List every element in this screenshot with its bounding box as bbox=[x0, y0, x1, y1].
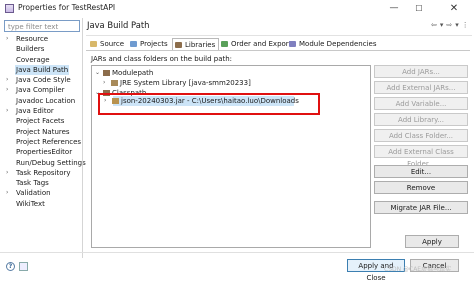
help-icon[interactable]: ? bbox=[6, 262, 15, 271]
more-menu-icon[interactable]: ⋮ bbox=[462, 21, 469, 29]
sidebar-item[interactable]: Project Facets bbox=[4, 116, 80, 126]
sidebar-item-label: Project Natures bbox=[16, 127, 70, 136]
sidebar-item-label: Coverage bbox=[16, 55, 50, 64]
sidebar-item-label: Resource bbox=[16, 35, 49, 43]
expand-icon[interactable]: › bbox=[6, 85, 8, 95]
sidebar-item[interactable]: › Java Editor bbox=[4, 106, 80, 116]
sidebar-item-label: Builders bbox=[16, 45, 45, 54]
add-variable-button[interactable]: Add Variable... bbox=[374, 97, 468, 110]
back-dropdown-icon[interactable]: ▾ bbox=[440, 21, 444, 29]
source-folder-icon bbox=[90, 41, 97, 47]
tab-module-dependencies-label: Module Dependencies bbox=[299, 40, 377, 48]
tab-source[interactable]: Source bbox=[88, 38, 128, 50]
sidebar-item-label: Java Editor bbox=[16, 107, 54, 116]
migrate-jar-button[interactable]: Migrate JAR File... bbox=[374, 201, 468, 214]
sidebar-item-label: WikiText bbox=[16, 199, 45, 208]
sidebar-item-label: Task Repository bbox=[16, 168, 71, 177]
header-divider bbox=[86, 35, 472, 36]
nav-arrows: ⇦ ▾ ⇨ ▾ ⋮ bbox=[428, 21, 469, 29]
app-icon bbox=[5, 4, 14, 13]
sidebar-item-label: Run/Debug Settings bbox=[16, 158, 86, 167]
collapse-icon[interactable]: ⌄ bbox=[95, 68, 100, 78]
sidebar-item-label: Validation bbox=[16, 189, 51, 198]
sidebar-item[interactable]: Javadoc Location bbox=[4, 96, 80, 106]
add-external-jars-button[interactable]: Add External JARs... bbox=[374, 81, 468, 94]
modulepath-label: Modulepath bbox=[112, 69, 154, 77]
forward-arrow-icon[interactable]: ⇨ bbox=[446, 21, 452, 29]
add-class-folder-button[interactable]: Add Class Folder... bbox=[374, 129, 468, 142]
sidebar-item-label: Javadoc Location bbox=[16, 96, 76, 105]
sidebar-item[interactable]: Builders bbox=[4, 44, 80, 54]
modulepath-row[interactable]: ⌄ Modulepath bbox=[95, 68, 295, 78]
sidebar-item[interactable]: Coverage bbox=[4, 55, 80, 65]
expand-icon[interactable]: › bbox=[6, 34, 8, 44]
sidebar-item[interactable]: Project References bbox=[4, 137, 82, 147]
jre-library-row[interactable]: › JRE System Library [java-smm20233] bbox=[103, 78, 303, 88]
sidebar-item-label: Task Tags bbox=[16, 179, 49, 188]
tab-projects[interactable]: Projects bbox=[128, 38, 172, 50]
add-library-button[interactable]: Add Library... bbox=[374, 113, 468, 126]
red-highlight-box bbox=[98, 93, 320, 115]
sidebar-item[interactable]: WikiText bbox=[4, 199, 80, 209]
jar-library-icon bbox=[111, 80, 118, 86]
tabs-baseline bbox=[86, 50, 470, 51]
sidebar-item-label: Java Code Style bbox=[16, 76, 71, 85]
sidebar-item[interactable]: Java Build Path bbox=[4, 64, 80, 76]
sidebar-item[interactable]: Run/Debug Settings bbox=[4, 158, 86, 168]
sidebar-item[interactable]: Task Tags bbox=[4, 178, 80, 188]
sidebar-item[interactable]: Project Natures bbox=[4, 127, 80, 137]
maximize-button[interactable]: ☐ bbox=[405, 1, 433, 16]
sidebar-item[interactable]: › Java Code Style bbox=[4, 75, 80, 85]
forward-dropdown-icon[interactable]: ▾ bbox=[455, 21, 459, 29]
sidebar-item[interactable]: › Task Repository bbox=[4, 168, 80, 178]
module-dependencies-icon bbox=[289, 41, 296, 47]
libraries-icon bbox=[175, 42, 182, 48]
sidebar-item[interactable]: › Java Compiler bbox=[4, 85, 80, 95]
add-external-class-folder-button[interactable]: Add External Class Folder... bbox=[374, 145, 468, 168]
window-title: Properties for TestRestAPI bbox=[18, 3, 116, 12]
preferences-link-icon[interactable] bbox=[19, 262, 28, 271]
expand-icon[interactable]: › bbox=[6, 188, 8, 198]
sidebar-item-label: PropertiesEditor bbox=[16, 148, 73, 157]
tab-source-label: Source bbox=[100, 40, 125, 48]
pane-divider[interactable] bbox=[82, 18, 83, 258]
tab-order-export[interactable]: Order and Export bbox=[219, 38, 291, 50]
sidebar-item[interactable]: › Resource bbox=[4, 34, 80, 44]
expand-icon[interactable]: › bbox=[103, 78, 105, 88]
expand-icon[interactable]: › bbox=[6, 75, 8, 85]
remove-button[interactable]: Remove bbox=[374, 181, 468, 194]
sidebar-item[interactable]: › Validation bbox=[4, 188, 80, 198]
footer-divider bbox=[0, 252, 474, 253]
libraries-subtitle: JARs and class folders on the build path… bbox=[91, 55, 233, 63]
page-title: Java Build Path bbox=[87, 20, 150, 30]
expand-icon[interactable]: › bbox=[6, 168, 8, 178]
apply-button[interactable]: Apply bbox=[405, 235, 459, 248]
tab-order-export-label: Order and Export bbox=[231, 40, 292, 48]
title-bar: Properties for TestRestAPI — ☐ ✕ bbox=[0, 0, 474, 17]
sidebar-item-label: Project References bbox=[16, 137, 82, 146]
sidebar-item-label: Java Build Path bbox=[15, 64, 70, 76]
expand-icon[interactable]: › bbox=[6, 106, 8, 116]
sidebar-item[interactable]: PropertiesEditor bbox=[4, 147, 80, 157]
projects-icon bbox=[130, 41, 137, 47]
library-icon bbox=[103, 70, 110, 76]
add-jars-button[interactable]: Add JARs... bbox=[374, 65, 468, 78]
sidebar-item-label: Project Facets bbox=[16, 117, 65, 126]
watermark-text: CSDN @CAE虚拟与现实 bbox=[384, 266, 452, 273]
tab-libraries[interactable]: Libraries bbox=[172, 38, 219, 50]
properties-dialog: Properties for TestRestAPI — ☐ ✕ type fi… bbox=[0, 0, 474, 282]
tab-projects-label: Projects bbox=[140, 40, 168, 48]
back-arrow-icon[interactable]: ⇦ bbox=[431, 21, 437, 29]
minimize-button[interactable]: — bbox=[380, 1, 408, 16]
tab-module-dependencies[interactable]: Module Dependencies bbox=[287, 38, 377, 50]
order-export-icon bbox=[221, 41, 228, 47]
filter-input[interactable]: type filter text bbox=[4, 20, 80, 32]
sidebar-item-label: Java Compiler bbox=[16, 86, 65, 95]
close-button[interactable]: ✕ bbox=[440, 1, 468, 16]
tab-libraries-label: Libraries bbox=[185, 41, 216, 49]
edit-button[interactable]: Edit... bbox=[374, 165, 468, 178]
jre-library-label: JRE System Library [java-smm20233] bbox=[120, 79, 251, 87]
property-tree: › Resource Builders Coverage Java Build Path… bbox=[4, 34, 86, 209]
